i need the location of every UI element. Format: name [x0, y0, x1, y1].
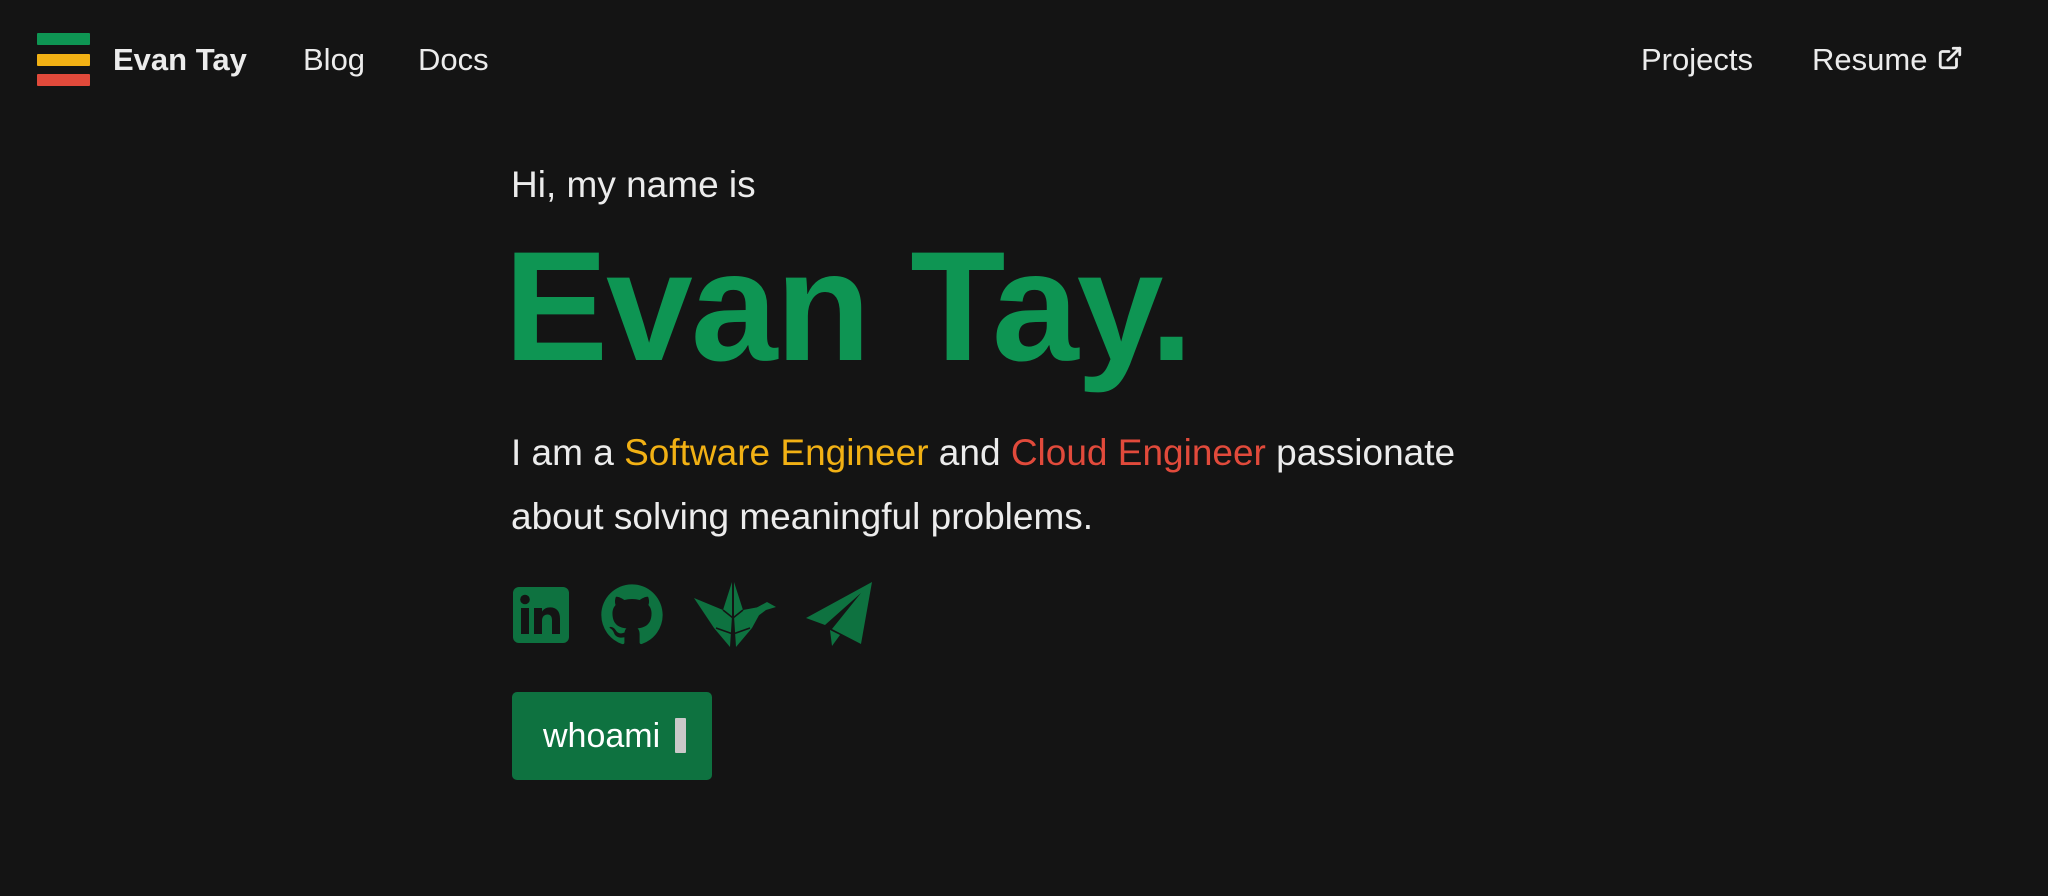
external-link-icon — [1939, 46, 1962, 70]
greeting-text: Hi, my name is — [511, 164, 756, 205]
nav-link-blog[interactable]: Blog — [303, 40, 365, 80]
tagline-prefix: I am a — [511, 432, 625, 473]
tagline-connector: and — [928, 432, 1011, 473]
whoami-button-label: whoami — [543, 717, 661, 755]
origami-crane-icon[interactable] — [694, 582, 776, 648]
role-cloud-engineer: Cloud Engineer — [1010, 432, 1266, 473]
logo-icon[interactable] — [37, 33, 90, 87]
nav-link-docs[interactable]: Docs — [418, 40, 489, 80]
logo-bar-green — [37, 33, 90, 45]
nav-link-projects[interactable]: Projects — [1641, 40, 1753, 80]
nav-link-resume-label: Resume — [1812, 42, 1928, 77]
github-icon[interactable] — [600, 583, 664, 647]
linkedin-icon[interactable] — [513, 587, 569, 643]
navbar: Evan Tay Blog Docs Projects Resume — [0, 0, 2048, 124]
telegram-icon[interactable] — [806, 582, 872, 646]
hero-name: Evan Tay. — [504, 220, 1193, 394]
brand-link[interactable]: Evan Tay — [113, 40, 247, 80]
nav-link-resume[interactable]: Resume — [1812, 40, 1963, 80]
whoami-button[interactable]: whoami — [512, 692, 712, 780]
terminal-cursor — [675, 718, 686, 753]
logo-bar-red — [37, 74, 90, 86]
tagline: I am a Software Engineer and Cloud Engin… — [511, 421, 1511, 549]
logo-bar-yellow — [37, 54, 90, 66]
role-software-engineer: Software Engineer — [624, 432, 929, 473]
